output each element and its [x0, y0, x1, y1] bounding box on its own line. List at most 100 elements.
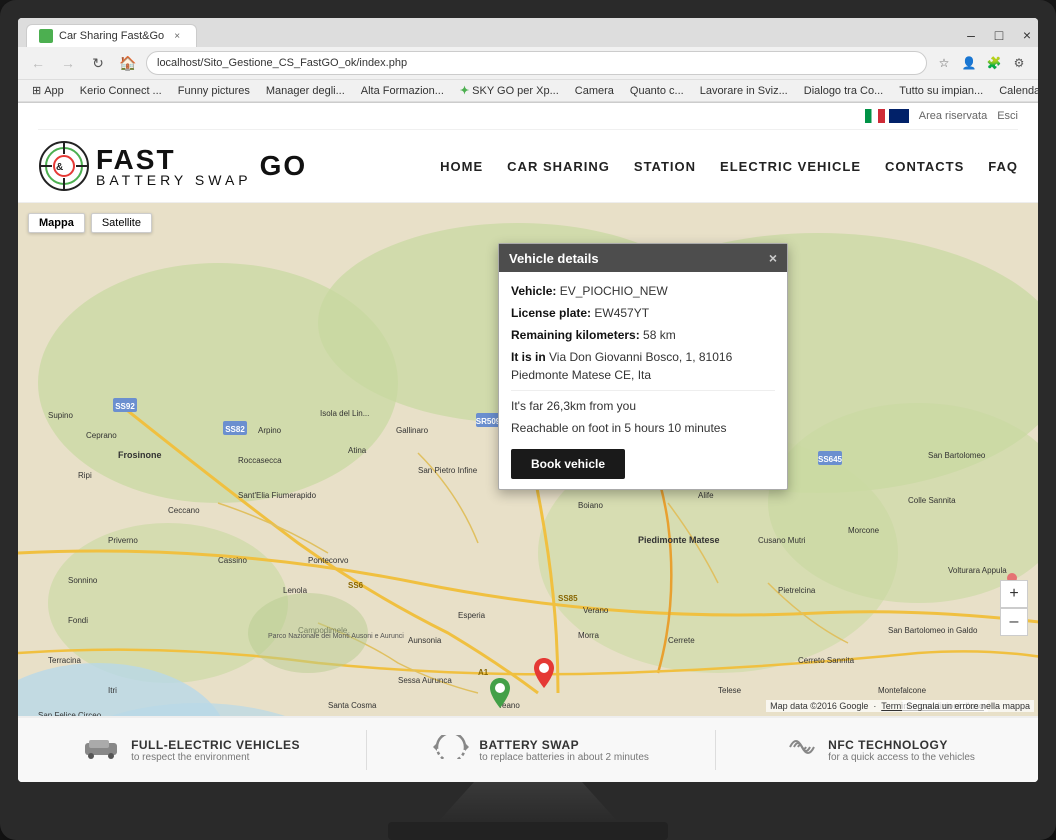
bookmark-label: Manager degli...	[266, 85, 345, 97]
vehicle-marker-red[interactable]	[534, 658, 554, 693]
nav-contacts[interactable]: CONTACTS	[885, 159, 964, 174]
bookmark-calendario[interactable]: Calendario Seri...	[993, 83, 1038, 99]
bookmark-funny[interactable]: Funny pictures	[172, 83, 256, 99]
nav-station[interactable]: STATION	[634, 159, 696, 174]
svg-text:SS6: SS6	[348, 581, 364, 590]
popup-location-label: It is in	[511, 350, 546, 364]
svg-text:Atina: Atina	[348, 446, 367, 455]
svg-text:Roccasecca: Roccasecca	[238, 456, 282, 465]
nav-car-sharing[interactable]: CAR SHARING	[507, 159, 610, 174]
bookmark-camera[interactable]: Camera	[569, 83, 620, 99]
map-view-button[interactable]: Mappa	[28, 213, 85, 233]
svg-text:Alife: Alife	[698, 491, 714, 500]
bookmark-label: Calendario Seri...	[999, 85, 1038, 97]
nfc-icon	[782, 735, 818, 765]
bookmark-quanto[interactable]: Quanto c...	[624, 83, 690, 99]
language-flags	[865, 109, 909, 123]
nav-home[interactable]: HOME	[440, 159, 483, 174]
logo-text-container: FAST BATTERY SWAP	[96, 144, 252, 188]
svg-text:Terracina: Terracina	[48, 656, 81, 665]
nav-electric-vehicle[interactable]: ELECTRIC VEHICLE	[720, 159, 861, 174]
navigation-bar: ← → ↻ 🏠 ☆ 👤 🧩 ⚙	[18, 47, 1038, 80]
bookmark-label: Dialogo tra Co...	[804, 85, 883, 97]
footer-battery-text: BATTERY SWAP to replace batteries in abo…	[479, 738, 649, 763]
footer-divider-2	[715, 730, 716, 770]
svg-text:Cusano Mutri: Cusano Mutri	[758, 536, 806, 545]
vehicle-marker-green-1[interactable]	[490, 678, 510, 713]
map-report-link[interactable]: Segnala un errore nella mappa	[902, 700, 1034, 712]
window-controls: – □ ×	[960, 24, 1038, 47]
svg-text:Arpino: Arpino	[258, 426, 282, 435]
bookmark-label: Tutto su impian...	[899, 85, 983, 97]
popup-title: Vehicle details	[509, 251, 599, 266]
site-header: Area riservata Esci	[18, 103, 1038, 203]
book-vehicle-button[interactable]: Book vehicle	[511, 449, 625, 479]
popup-reachable-text: Reachable on foot in 5 hours 10 minutes	[511, 421, 726, 435]
area-riservata-link[interactable]: Area riservata	[919, 110, 987, 122]
bookmark-lavorare[interactable]: Lavorare in Sviz...	[694, 83, 794, 99]
nav-faq[interactable]: FAQ	[988, 159, 1018, 174]
vehicle-details-popup: Vehicle details × Vehicle: EV_PIOCHIO_NE…	[498, 243, 788, 490]
popup-distance-row: It's far 26,3km from you	[511, 397, 775, 415]
svg-text:Cerrete: Cerrete	[668, 636, 695, 645]
home-nav-button[interactable]: 🏠	[116, 51, 140, 75]
svg-text:Pontecorvo: Pontecorvo	[308, 556, 349, 565]
bookmark-dialogo[interactable]: Dialogo tra Co...	[798, 83, 889, 99]
bookmark-kerio[interactable]: Kerio Connect ...	[74, 83, 168, 99]
zoom-out-button[interactable]: –	[1000, 608, 1028, 636]
tab-close-button[interactable]: ×	[170, 29, 184, 43]
address-bar[interactable]	[146, 51, 927, 75]
bookmark-tutto[interactable]: Tutto su impian...	[893, 83, 989, 99]
svg-text:Ripi: Ripi	[78, 471, 92, 480]
header-top-bar: Area riservata Esci	[38, 103, 1018, 130]
svg-text:Itri: Itri	[108, 686, 117, 695]
forward-button[interactable]: →	[56, 51, 80, 75]
svg-text:Cassino: Cassino	[218, 556, 247, 565]
popup-km-label: Remaining kilometers:	[511, 328, 640, 342]
esci-link[interactable]: Esci	[997, 110, 1018, 122]
footer-nfc-text: NFC TECHNOLOGY for a quick access to the…	[828, 738, 975, 763]
extensions-icon[interactable]: 🧩	[983, 52, 1005, 74]
bookmark-sky[interactable]: ✦ SKY GO per Xp...	[454, 82, 565, 99]
zoom-in-button[interactable]: +	[1000, 580, 1028, 608]
bookmark-alta[interactable]: Alta Formazion...	[355, 83, 450, 99]
popup-reachable-row: Reachable on foot in 5 hours 10 minutes	[511, 419, 775, 437]
popup-location-row: It is in Via Don Giovanni Bosco, 1, 8101…	[511, 348, 775, 384]
svg-text:Santa Cosma: Santa Cosma	[328, 701, 377, 710]
svg-text:Montefalcone: Montefalcone	[878, 686, 927, 695]
main-navigation: HOME CAR SHARING STATION ELECTRIC VEHICL…	[440, 159, 1018, 174]
person-icon[interactable]: 👤	[958, 52, 980, 74]
svg-text:Sonnino: Sonnino	[68, 576, 98, 585]
svg-text:San Bartolomeo: San Bartolomeo	[928, 451, 986, 460]
popup-plate-row: License plate: EW457YT	[511, 304, 775, 322]
english-flag[interactable]	[889, 109, 909, 123]
browser-tab-active[interactable]: Car Sharing Fast&Go ×	[26, 24, 197, 47]
site-footer: FULL-ELECTRIC VEHICLES to respect the en…	[18, 716, 1038, 782]
popup-vehicle-label: Vehicle:	[511, 284, 556, 298]
map-zoom-controls: + –	[1000, 580, 1028, 636]
footer-divider-1	[366, 730, 367, 770]
svg-text:&: &	[56, 162, 63, 173]
back-button[interactable]: ←	[26, 51, 50, 75]
bookmark-star-icon[interactable]: ☆	[933, 52, 955, 74]
svg-text:Fondi: Fondi	[68, 616, 88, 625]
svg-text:SS85: SS85	[558, 594, 578, 603]
satellite-view-button[interactable]: Satellite	[91, 213, 152, 233]
svg-text:Colle Sannita: Colle Sannita	[908, 496, 956, 505]
popup-close-button[interactable]: ×	[769, 250, 777, 266]
bookmark-manager[interactable]: Manager degli...	[260, 83, 351, 99]
italian-flag[interactable]	[865, 109, 885, 123]
reload-button[interactable]: ↻	[86, 51, 110, 75]
minimize-button[interactable]: –	[960, 24, 982, 46]
settings-icon[interactable]: ⚙	[1008, 52, 1030, 74]
bookmark-label: Funny pictures	[178, 85, 250, 97]
maximize-button[interactable]: □	[988, 24, 1010, 46]
close-button[interactable]: ×	[1016, 24, 1038, 46]
bookmark-apps[interactable]: ⊞ App	[26, 82, 70, 99]
svg-text:Morcone: Morcone	[848, 526, 880, 535]
bookmark-label: Camera	[575, 85, 614, 97]
popup-body: Vehicle: EV_PIOCHIO_NEW License plate: E…	[499, 272, 787, 489]
bookmark-label: SKY GO per Xp...	[472, 85, 559, 97]
bookmark-label: App	[44, 85, 64, 97]
footer-nfc-main: NFC TECHNOLOGY	[828, 738, 975, 752]
